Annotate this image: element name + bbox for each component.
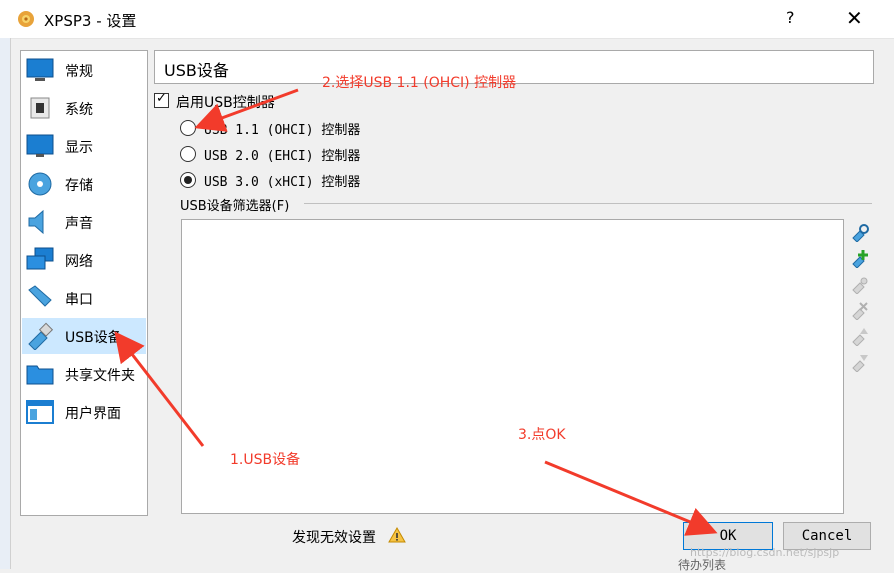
usb-2-0-radio[interactable] xyxy=(180,146,196,162)
serial-port-icon xyxy=(28,285,52,307)
usb-1-1-label: USB 1.1 (OHCI) 控制器 xyxy=(204,123,361,138)
usb-1-1-radio[interactable] xyxy=(180,120,196,136)
edit-filter-icon xyxy=(852,277,868,294)
sidebar-item-label: USB设备 xyxy=(65,330,122,346)
sidebar-item-audio[interactable]: 声音 xyxy=(22,204,146,240)
usb-3-0-radio[interactable] xyxy=(180,172,196,188)
sidebar-item-storage[interactable]: 存储 xyxy=(22,166,146,202)
usb-filter-list[interactable] xyxy=(181,219,844,514)
usb-filter-label: USB设备筛选器(F) xyxy=(180,199,290,214)
sidebar-item-label: 用户界面 xyxy=(65,406,121,422)
move-filter-down-icon xyxy=(852,355,868,372)
display-icon xyxy=(26,134,54,157)
sidebar-item-label: 系统 xyxy=(65,102,93,118)
remove-filter-icon xyxy=(852,302,868,320)
annotation-step1: 1.USB设备 xyxy=(230,452,301,468)
title-bar: XPSP3 - 设置 ? ✕ xyxy=(0,0,894,39)
sidebar-item-label: 串口 xyxy=(65,292,93,308)
user-interface-icon xyxy=(26,400,54,424)
sidebar-item-label: 显示 xyxy=(65,140,93,156)
add-empty-filter-icon[interactable] xyxy=(850,222,870,242)
sidebar-item-serial-port[interactable]: 串口 xyxy=(22,280,146,316)
enable-usb-label: 启用USB控制器 xyxy=(176,95,275,111)
sidebar-item-general[interactable]: 常规 xyxy=(22,52,146,88)
network-icon xyxy=(26,247,54,270)
sidebar-item-label: 共享文件夹 xyxy=(65,368,135,384)
sidebar-item-display[interactable]: 显示 xyxy=(22,128,146,164)
audio-icon xyxy=(28,209,44,235)
sidebar-item-system[interactable]: 系统 xyxy=(22,90,146,126)
sidebar-item-shared-folders[interactable]: 共享文件夹 xyxy=(22,356,146,392)
page-title: USB设备 xyxy=(164,61,229,80)
sidebar-item-user-interface[interactable]: 用户界面 xyxy=(22,394,146,430)
annotation-step2: 2.选择USB 1.1 (OHCI) 控制器 xyxy=(322,75,517,91)
shared-folder-icon xyxy=(26,365,54,385)
settings-sidebar: 常规 系统 显示 存储 声音 网络 串口 USB设备 共享文件夹 用户界面 xyxy=(20,50,148,516)
radio-selected-dot xyxy=(184,176,192,184)
storage-icon xyxy=(28,172,52,196)
add-filter-from-device-icon[interactable] xyxy=(850,248,870,268)
warning-icon[interactable] xyxy=(388,526,406,544)
usb-icon xyxy=(28,322,54,350)
background-window-edge xyxy=(0,38,11,569)
sidebar-item-label: 网络 xyxy=(65,254,93,270)
sidebar-item-label: 声音 xyxy=(65,216,93,232)
sidebar-item-label: 存储 xyxy=(65,178,93,194)
background-window-text: 待办列表 xyxy=(678,558,727,572)
sidebar-item-network[interactable]: 网络 xyxy=(22,242,146,278)
usb-2-0-label: USB 2.0 (EHCI) 控制器 xyxy=(204,149,361,164)
invalid-settings-label: 发现无效设置 xyxy=(292,530,376,546)
window-title: XPSP3 - 设置 xyxy=(44,12,137,30)
checkmark-icon: ✓ xyxy=(156,91,167,106)
sidebar-item-label: 常规 xyxy=(65,64,93,80)
annotation-step3: 3.点OK xyxy=(518,427,566,443)
help-button[interactable]: ? xyxy=(786,8,795,27)
move-filter-up-icon xyxy=(852,328,868,346)
general-icon xyxy=(26,58,54,81)
usb-3-0-label: USB 3.0 (xHCI) 控制器 xyxy=(204,175,361,190)
virtualbox-app-icon xyxy=(18,11,34,27)
section-divider xyxy=(304,203,872,204)
enable-usb-checkbox[interactable]: ✓ xyxy=(154,91,169,108)
sidebar-item-usb[interactable]: USB设备 xyxy=(22,318,146,354)
close-button[interactable]: ✕ xyxy=(846,6,863,30)
system-icon xyxy=(30,97,50,119)
